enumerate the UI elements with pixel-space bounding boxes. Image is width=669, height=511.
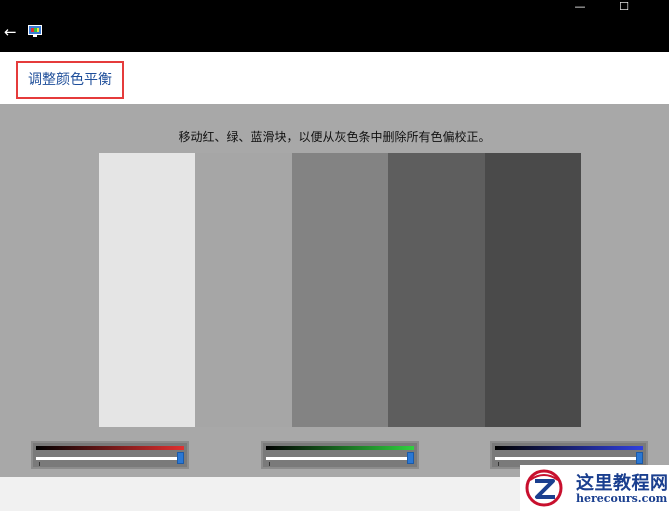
watermark-logo-icon — [525, 469, 563, 507]
gray-bar — [291, 153, 389, 427]
gray-bar — [388, 153, 485, 427]
gray-bar — [99, 153, 196, 427]
gray-bars — [99, 153, 582, 427]
instruction-text: 移动红、绿、蓝滑块，以便从灰色条中删除所有色偏校正。 — [178, 130, 491, 144]
slider-tick — [498, 462, 499, 466]
slider-track[interactable] — [495, 457, 640, 460]
green-gradient — [266, 446, 414, 450]
slider-thumb[interactable] — [177, 452, 184, 464]
slider-track[interactable] — [266, 457, 411, 460]
blue-gradient — [495, 446, 643, 450]
minimize-button[interactable]: — — [564, 0, 596, 16]
watermark-url: herecours.com — [576, 492, 668, 505]
slider-thumb[interactable] — [636, 452, 643, 464]
green-slider[interactable] — [261, 441, 419, 469]
slider-tick — [269, 462, 270, 466]
title-bar: ← — ☐ — [0, 0, 669, 52]
red-gradient — [36, 446, 184, 450]
gray-bar — [195, 153, 292, 427]
gray-bar — [484, 153, 582, 427]
display-color-calibration-icon — [28, 25, 42, 37]
slider-tick — [39, 462, 40, 466]
slider-track[interactable] — [36, 457, 181, 460]
watermark: 这里教程网 herecours.com — [520, 465, 669, 511]
slider-thumb[interactable] — [407, 452, 414, 464]
back-arrow-icon[interactable]: ← — [4, 24, 17, 40]
calibration-panel: 移动红、绿、蓝滑块，以便从灰色条中删除所有色偏校正。 — [0, 104, 669, 477]
header: 调整颜色平衡 — [0, 52, 669, 104]
page-title: 调整颜色平衡 — [16, 61, 124, 99]
red-slider[interactable] — [31, 441, 189, 469]
maximize-button[interactable]: ☐ — [608, 0, 640, 16]
